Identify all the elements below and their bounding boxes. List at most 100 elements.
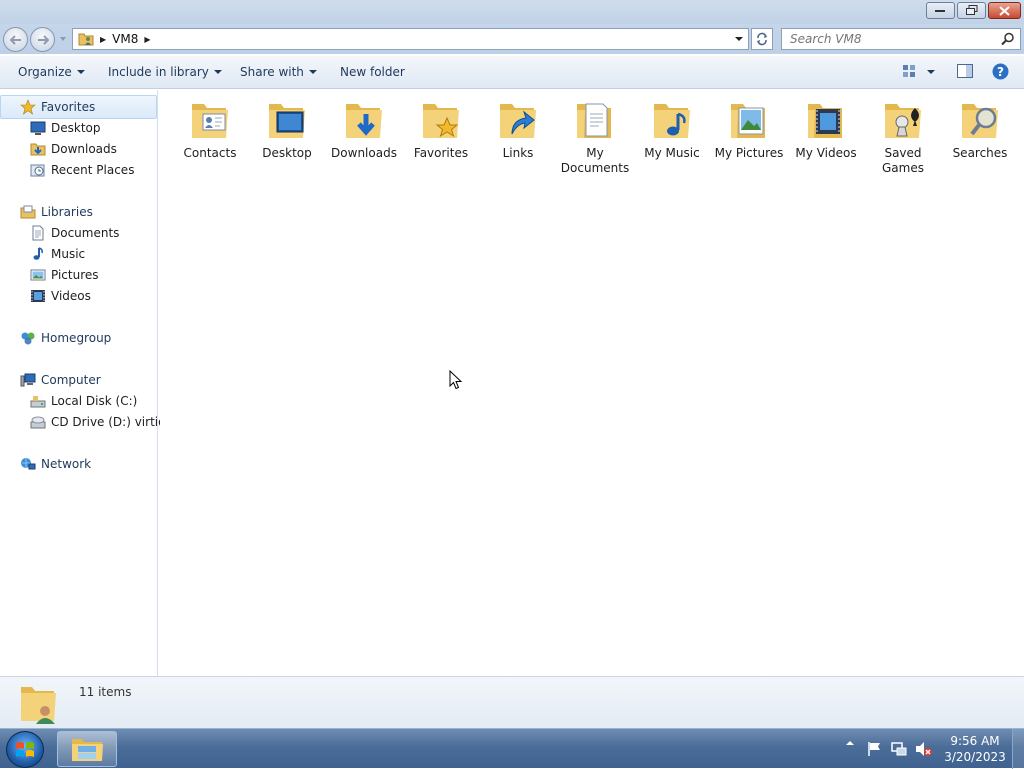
folder-links[interactable]: Links (482, 96, 554, 161)
nav-item-label: Documents (51, 226, 120, 240)
show-hidden-icons-button[interactable] (845, 739, 855, 747)
network-icon (21, 458, 36, 470)
minimize-icon (935, 10, 945, 12)
show-desktop-button[interactable] (1012, 729, 1024, 769)
folder-content-area[interactable]: Contacts Desktop Downloads Favorites Lin… (160, 90, 1024, 676)
nav-homegroup[interactable]: Homegroup (20, 328, 111, 348)
system-clock[interactable]: 9:56 AM 3/20/2023 (940, 733, 1010, 765)
nav-network-label: Network (41, 457, 92, 471)
close-button[interactable] (988, 2, 1021, 19)
explorer-window: ▶ VM8 ▶ Organize Include in library Shar… (0, 0, 1024, 728)
windows-logo-icon (16, 741, 34, 757)
new-folder-button[interactable]: New folder (340, 65, 405, 79)
refresh-button[interactable] (751, 28, 773, 50)
chevron-down-icon (308, 70, 317, 74)
breadcrumb-separator-icon[interactable]: ▶ (100, 35, 106, 44)
preview-pane-button[interactable] (957, 64, 973, 78)
downloads-folder-icon (346, 104, 382, 138)
nav-network[interactable]: Network (20, 454, 91, 474)
folder-label: My Music (644, 146, 700, 160)
nav-item-label: Desktop (51, 121, 101, 135)
search-box[interactable] (781, 28, 1021, 50)
nav-computer-label: Computer (41, 373, 101, 387)
chevron-down-icon (213, 70, 222, 74)
nav-favorites-downloads[interactable]: Downloads (30, 139, 117, 159)
start-button[interactable] (6, 731, 44, 768)
address-dropdown-icon[interactable] (734, 35, 744, 43)
folder-my-documents[interactable]: My Documents (559, 96, 631, 176)
recent-pages-dropdown-icon[interactable] (58, 34, 68, 44)
searches-folder-icon (962, 104, 998, 138)
view-icon (903, 65, 915, 77)
restore-icon (965, 5, 977, 15)
folder-contacts[interactable]: Contacts (174, 96, 246, 161)
organize-label: Organize (18, 65, 72, 79)
nav-computer-local-disk[interactable]: Local Disk (C:) (30, 391, 137, 411)
share-with-button[interactable]: Share with (240, 65, 317, 79)
nav-favorites-desktop[interactable]: Desktop (30, 118, 101, 138)
nav-homegroup-label: Homegroup (41, 331, 112, 345)
documents-folder-icon (577, 103, 611, 138)
star-icon (20, 99, 36, 115)
nav-favorites-recent-places[interactable]: Recent Places (30, 160, 134, 180)
change-view-button[interactable] (902, 64, 916, 78)
folder-label: My Videos (795, 146, 857, 160)
back-button[interactable] (3, 27, 28, 52)
folder-my-videos[interactable]: My Videos (790, 96, 862, 161)
folder-my-pictures[interactable]: My Pictures (713, 96, 785, 161)
nav-favorites[interactable]: Favorites (20, 97, 95, 117)
address-row: ▶ VM8 ▶ (0, 24, 1024, 54)
saved-games-folder-icon (885, 104, 921, 138)
breadcrumb-chevron-icon[interactable]: ▶ (144, 35, 150, 44)
music-note-icon (33, 247, 43, 260)
pictures-folder-icon (731, 104, 765, 138)
view-options-dropdown[interactable] (927, 70, 935, 74)
folder-label: Favorites (413, 146, 469, 160)
taskbar-explorer-button[interactable] (57, 731, 117, 767)
help-icon: ? (992, 63, 1009, 80)
preview-pane-icon (957, 64, 973, 78)
libraries-icon (20, 205, 36, 219)
action-center-tray-icon[interactable] (866, 741, 882, 757)
nav-libraries-music[interactable]: Music (30, 244, 85, 264)
document-icon (32, 225, 44, 241)
share-with-label: Share with (240, 65, 304, 79)
nav-item-label: Videos (51, 289, 91, 303)
network-icon (891, 742, 907, 756)
folder-saved-games[interactable]: Saved Games (867, 96, 939, 176)
folder-desktop[interactable]: Desktop (251, 96, 323, 161)
search-icon[interactable] (1001, 32, 1015, 46)
nav-libraries-documents[interactable]: Documents (30, 223, 119, 243)
folder-favorites[interactable]: Favorites (405, 96, 477, 161)
folder-searches[interactable]: Searches (944, 96, 1016, 161)
nav-libraries[interactable]: Libraries (20, 202, 93, 222)
nav-libraries-videos[interactable]: Videos (30, 286, 91, 306)
include-in-library-button[interactable]: Include in library (108, 65, 222, 79)
search-input[interactable] (790, 32, 990, 46)
forward-button[interactable] (30, 27, 55, 52)
folder-label: Desktop (262, 146, 312, 160)
include-in-library-label: Include in library (108, 65, 209, 79)
desktop-icon (30, 121, 46, 135)
maximize-button[interactable] (957, 2, 986, 19)
organize-button[interactable]: Organize (18, 65, 85, 79)
folder-my-music[interactable]: My Music (636, 96, 708, 161)
nav-computer[interactable]: Computer (20, 370, 101, 390)
clock-time: 9:56 AM (950, 734, 1000, 748)
videos-folder-icon (808, 104, 842, 138)
nav-libraries-pictures[interactable]: Pictures (30, 265, 99, 285)
volume-tray-icon[interactable] (915, 741, 933, 757)
film-icon (31, 290, 45, 302)
nav-item-label: Pictures (51, 268, 99, 282)
computer-icon (20, 373, 36, 387)
help-button[interactable]: ? (992, 63, 1009, 80)
network-tray-icon[interactable] (891, 741, 907, 757)
minimize-button[interactable] (926, 2, 955, 19)
folder-label: Searches (952, 146, 1008, 160)
nav-libraries-label: Libraries (41, 205, 93, 219)
breadcrumb-vm8[interactable]: VM8 (112, 32, 138, 46)
title-bar[interactable] (0, 0, 1024, 24)
cd-drive-icon (30, 416, 46, 429)
address-bar[interactable]: ▶ VM8 ▶ (72, 28, 749, 50)
folder-downloads[interactable]: Downloads (328, 96, 400, 161)
